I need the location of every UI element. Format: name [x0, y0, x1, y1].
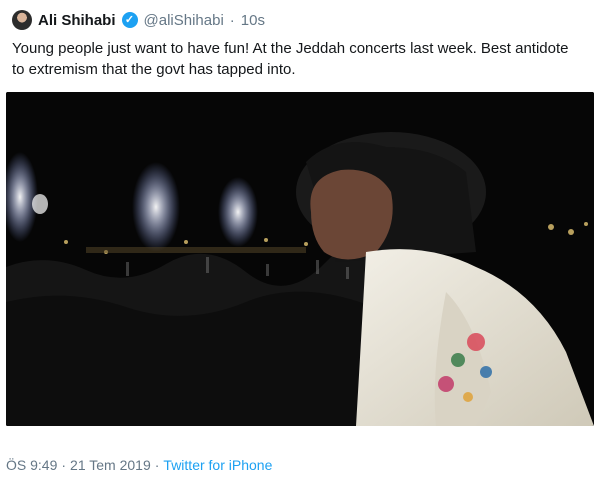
tweet-time-ago[interactable]: 10s [241, 12, 265, 29]
separator: · [229, 11, 235, 29]
display-name[interactable]: Ali Shihabi [38, 12, 116, 29]
tweet-video[interactable] [6, 92, 594, 426]
tweet-header: Ali Shihabi ✓ @aliShihabi · 10s [12, 8, 588, 32]
verified-badge-icon: ✓ [121, 12, 138, 28]
tweet-timestamp[interactable]: ÖS 9:49 [6, 457, 57, 473]
tweet-source-link[interactable]: Twitter for iPhone [163, 457, 272, 473]
tweet-text: Young people just want to have fun! At t… [12, 40, 569, 78]
separator: · [154, 457, 160, 473]
tweet-meta: ÖS 9:49 · 21 Tem 2019 · Twitter for iPho… [6, 457, 272, 473]
video-frame [6, 92, 594, 426]
separator: · [61, 457, 67, 473]
user-handle[interactable]: @aliShihabi [144, 12, 224, 29]
avatar[interactable] [12, 10, 32, 30]
tweet-date[interactable]: 21 Tem 2019 [70, 457, 151, 473]
